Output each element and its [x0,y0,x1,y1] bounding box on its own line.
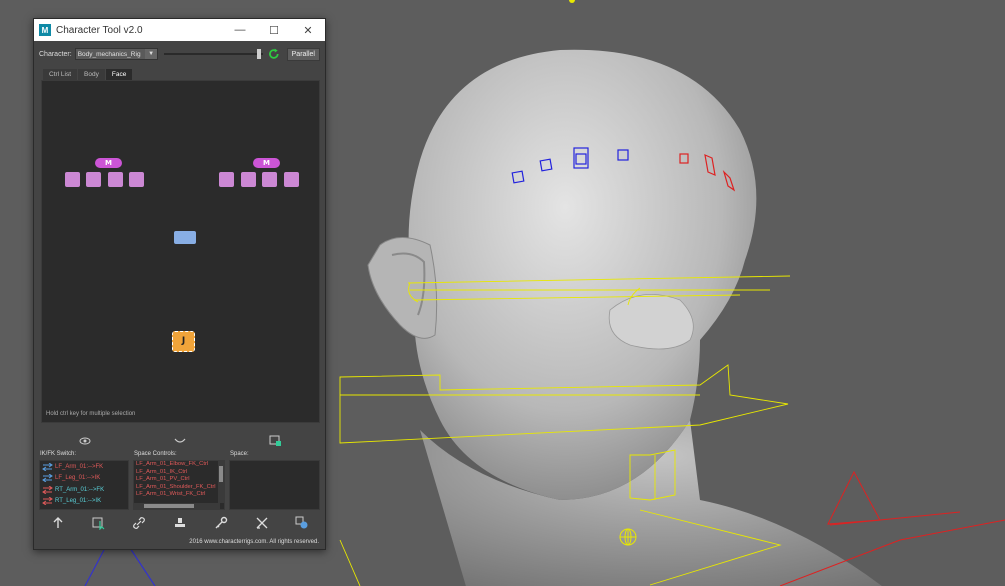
arrow-up-icon[interactable] [51,515,65,529]
ikfk-item-label: RT_Leg_01:-->IK [55,498,102,505]
parallel-button[interactable]: Parallel [286,47,320,61]
switch-arrows-icon [42,474,53,483]
space-label: Space: [230,451,249,457]
smile-icon[interactable] [173,432,187,444]
scrollbar-thumb[interactable] [144,504,194,508]
window-titlebar[interactable]: M Character Tool v2.0 — ☐ ✕ [34,19,325,41]
minimize-button[interactable]: — [223,19,257,41]
switch-arrows-icon [42,497,53,506]
character-label: Character: [39,50,72,58]
right-brow-ctrl-button[interactable] [262,172,277,187]
character-nose [608,294,694,350]
ikfk-item-lf-leg[interactable]: LF_Leg_01:-->IK [40,473,128,485]
space-control-item[interactable]: LF_Arm_01_PV_Ctrl [134,476,224,484]
copyright-text: 2016 www.characterrigs.com. All rights r… [189,539,319,545]
switch-arrows-icon [42,485,53,494]
mirror-icon[interactable] [295,515,309,529]
space-controls-list[interactable]: LF_Arm_01_Elbow_FK_Ctrl LF_Arm_01_IK_Ctr… [133,460,225,510]
space-control-item[interactable]: LF_Arm_01_Shoulder_FK_Ctrl [134,484,224,492]
left-brow-ctrl-button[interactable] [129,172,144,187]
stamp-icon[interactable] [173,515,187,529]
bottom-toolbar [34,515,325,531]
maya-app-icon: M [39,24,51,36]
left-brow-ctrl-button[interactable] [108,172,123,187]
space-control-item[interactable]: LF_Arm_01_Wrist_FK_Ctrl [134,491,224,499]
lower-panel-labels: IK/FK Switch: Space Controls: Space: [40,451,320,459]
reset-icon[interactable] [255,515,269,529]
space-control-item[interactable]: LF_Arm_01_IK_Ctrl [134,469,224,477]
face-picker-panel[interactable]: M M J Hold ctrl key for multiple selecti… [41,80,320,423]
tab-ctrl-list[interactable]: Ctrl List [43,69,78,80]
character-dropdown-value: Body_mechanics_Rig [77,50,141,58]
character-dropdown[interactable]: Body_mechanics_Rig ▼ [74,48,159,60]
maximize-button[interactable]: ☐ [257,19,291,41]
space-control-item[interactable]: LF_Arm_01_Elbow_FK_Ctrl [134,461,224,469]
left-brow-master-button[interactable]: M [95,158,122,168]
switch-arrows-icon [42,462,53,471]
slider-handle[interactable] [257,49,262,59]
nose-ctrl-button[interactable] [174,231,196,244]
picker-options-bar [34,432,325,446]
select-icon[interactable] [92,515,106,531]
ikfk-switch-label: IK/FK Switch: [40,451,77,457]
ikfk-item-label: LF_Arm_01:-->FK [55,463,104,470]
jaw-ctrl-button[interactable]: J [172,331,195,352]
right-brow-ctrl-button[interactable] [219,172,234,187]
chevron-down-icon[interactable]: ▼ [145,49,158,59]
left-brow-ctrl-button[interactable] [65,172,80,187]
eye-icon[interactable] [78,432,92,445]
link-icon[interactable] [132,515,146,529]
vertical-scrollbar[interactable] [218,461,224,503]
space-list[interactable] [229,460,320,510]
picker-tabs: Ctrl List Body Face [43,69,133,80]
close-button[interactable]: ✕ [291,19,325,41]
character-tool-window[interactable]: M Character Tool v2.0 — ☐ ✕ Character: B… [33,18,326,550]
left-brow-ctrl-button[interactable] [86,172,101,187]
ikfk-item-rt-leg[interactable]: RT_Leg_01:-->IK [40,496,128,508]
right-brow-master-button[interactable]: M [253,158,280,168]
image-layer-icon[interactable] [269,432,283,446]
refresh-icon[interactable] [268,48,280,60]
key-icon[interactable] [214,515,228,529]
ikfk-item-rt-arm[interactable]: RT_Arm_01:-->FK [40,484,128,496]
slider-track [164,53,264,55]
space-controls-label: Space Controls: [134,451,177,457]
window-title: Character Tool v2.0 [56,24,143,36]
ikfk-item-label: RT_Arm_01:-->FK [55,486,105,493]
root-locator[interactable] [619,528,637,546]
right-brow-ctrl-button[interactable] [284,172,299,187]
character-row: Character: Body_mechanics_Rig ▼ Parallel [39,46,320,62]
character-slider[interactable] [164,48,264,60]
tab-face[interactable]: Face [105,69,133,80]
ikfk-item-label: LF_Leg_01:-->IK [55,475,101,482]
scrollbar-thumb[interactable] [219,466,223,482]
ikfk-item-lf-arm[interactable]: LF_Arm_01:-->FK [40,461,128,473]
ikfk-switch-list[interactable]: LF_Arm_01:-->FK LF_Leg_01:-->IK RT_Arm_0… [39,460,129,510]
horizontal-scrollbar[interactable] [134,503,220,509]
picker-hint: Hold ctrl key for multiple selection [46,411,136,417]
right-brow-ctrl-button[interactable] [241,172,256,187]
tab-body[interactable]: Body [78,69,105,80]
